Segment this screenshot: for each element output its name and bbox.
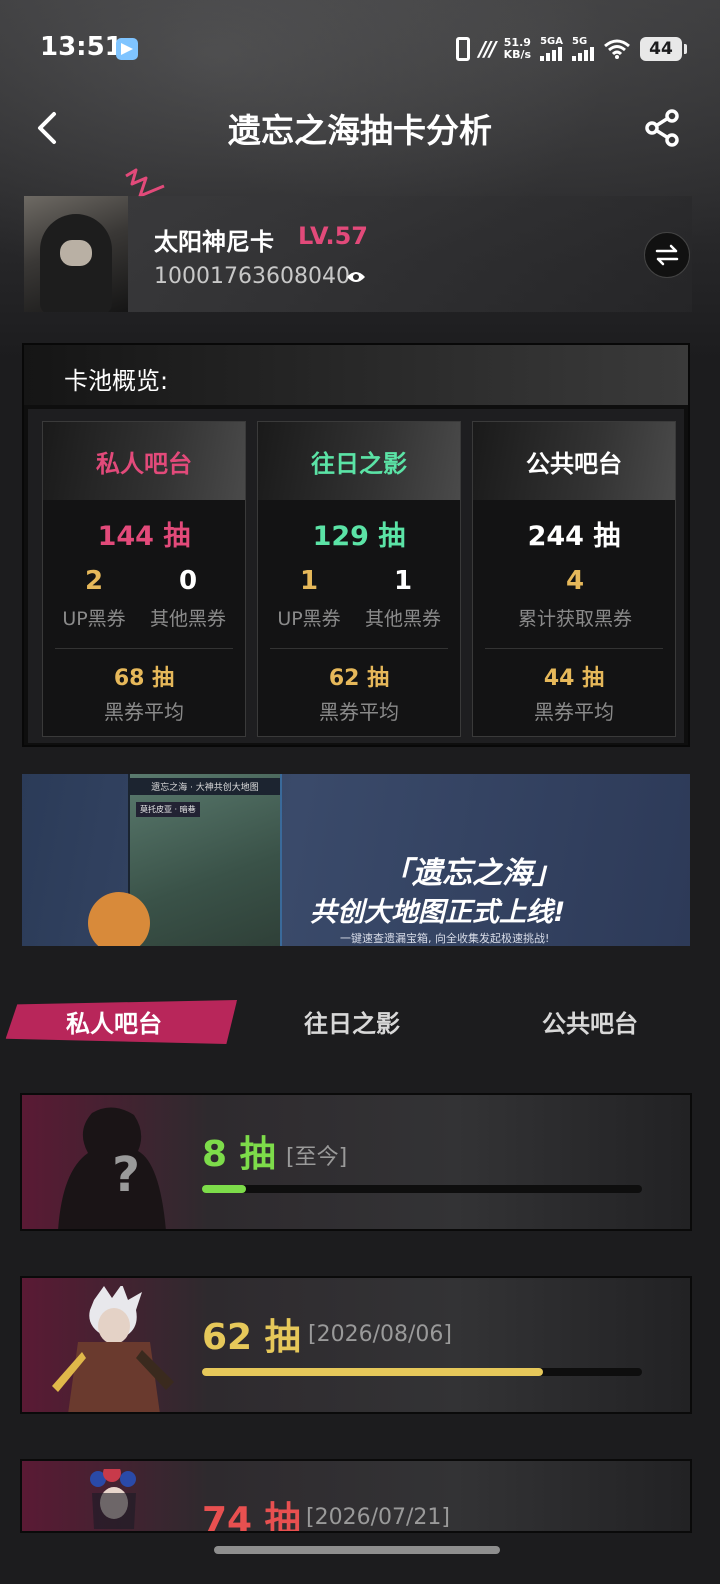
pool-average: 62 抽	[328, 666, 390, 691]
pool-name: 私人吧台	[96, 450, 192, 478]
record-progress-track	[202, 1368, 642, 1376]
pool-card-public-bar[interactable]: 公共吧台 244 抽 4 累计获取黑券 44 抽 黑券平均	[472, 421, 676, 737]
pool-up-count: 1	[299, 566, 319, 596]
tab-past-shadow[interactable]: 往日之影	[304, 1004, 400, 1039]
pool-total: 244 抽	[527, 521, 621, 552]
signal-5g-icon: 5G	[572, 37, 594, 61]
record-date: [至今]	[286, 1145, 348, 1170]
record-pull-count: 8 抽	[202, 1134, 276, 1175]
pool-overview: 卡池概览: 私人吧台 144 抽 2 0 UP黑券 其他黑券 68 抽 黑券平均…	[22, 343, 690, 747]
banner-headline: 「遗忘之海」	[382, 856, 562, 891]
overview-header: 卡池概览:	[24, 345, 688, 405]
carrier-logo-icon: ///	[478, 37, 497, 61]
record-date: [2026/08/06]	[308, 1322, 452, 1347]
pool-total-black-count: 4	[565, 566, 585, 596]
profile-id: 10001763608040	[154, 264, 350, 289]
banner-map-filter: 莫托皮亚 · 暗巷	[136, 802, 200, 817]
vibrate-icon	[455, 37, 470, 61]
pool-up-label: UP黑券	[277, 608, 341, 630]
pool-name: 往日之影	[311, 450, 407, 478]
pool-average: 68 抽	[113, 666, 175, 691]
eye-icon[interactable]	[346, 270, 366, 284]
avatar[interactable]	[24, 196, 128, 312]
pool-name: 公共吧台	[526, 450, 622, 478]
pool-average-label: 黑券平均	[319, 700, 399, 724]
pool-up-count: 2	[84, 566, 104, 596]
signal-5ga-icon: 5GA	[540, 37, 563, 61]
profile-name: 太阳神尼卡	[154, 228, 274, 256]
status-time: 13:51	[40, 32, 123, 62]
pool-average-label: 黑券平均	[534, 700, 614, 724]
profile-level: LV.57	[298, 222, 368, 250]
network-speed-unit: KB/s	[503, 48, 532, 61]
pool-total: 129 抽	[312, 521, 406, 552]
record-date: [2026/07/21]	[306, 1505, 450, 1530]
pool-total-black-label: 累计获取黑券	[517, 608, 632, 630]
record-row[interactable]: 62 抽 [2026/08/06]	[20, 1276, 692, 1414]
record-progress-fill	[202, 1185, 246, 1193]
banner-caption: 一键速查遗漏宝箱, 向全收集发起极速挑战!	[340, 932, 550, 945]
battery-icon: 44	[640, 37, 687, 61]
switch-account-button[interactable]	[644, 232, 690, 278]
banner-map-title: 遗忘之海 · 大神共创大地图	[130, 778, 280, 795]
svg-text:?: ?	[112, 1147, 140, 1203]
notification-app-icon	[116, 38, 138, 60]
signal1-label: 5GA	[540, 36, 563, 47]
overview-body: 私人吧台 144 抽 2 0 UP黑券 其他黑券 68 抽 黑券平均 往日之影 …	[28, 409, 684, 743]
unknown-character-icon: ?	[58, 1107, 166, 1229]
pool-average: 44 抽	[543, 666, 605, 691]
pool-card-private-bar[interactable]: 私人吧台 144 抽 2 0 UP黑券 其他黑券 68 抽 黑券平均	[42, 421, 246, 737]
record-pull-count: 62 抽	[202, 1317, 301, 1358]
record-progress-track	[202, 1185, 642, 1193]
pool-other-count: 0	[178, 566, 198, 596]
character-portrait-icon	[90, 1469, 136, 1529]
swap-arrows-icon	[655, 244, 679, 266]
character-portrait-icon	[52, 1286, 174, 1412]
banner-map-preview: 遗忘之海 · 大神共创大地图 莫托皮亚 · 暗巷	[128, 774, 282, 946]
pool-card-past-shadow[interactable]: 往日之影 129 抽 1 1 UP黑券 其他黑券 62 抽 黑券平均	[257, 421, 461, 737]
pool-other-label: 其他黑券	[364, 608, 441, 630]
mascot-icon	[88, 892, 150, 946]
share-button[interactable]	[644, 108, 682, 148]
record-row[interactable]: ? 8 抽 [至今]	[20, 1093, 692, 1231]
signal2-label: 5G	[572, 36, 588, 47]
tab-private-bar[interactable]: 私人吧台	[66, 1004, 162, 1039]
pool-up-label: UP黑券	[62, 608, 126, 630]
status-bar: 13:51 /// 51.9 KB/s 5GA 5G 44	[0, 0, 720, 96]
pool-other-count: 1	[393, 566, 413, 596]
share-icon	[645, 109, 679, 147]
home-indicator[interactable]	[214, 1546, 500, 1554]
profile-card: 太阳神尼卡 LV.57 10001763608040	[24, 196, 692, 312]
banner-subheadline: 共创大地图正式上线!	[310, 897, 566, 928]
pool-other-label: 其他黑券	[149, 608, 226, 630]
overview-title: 卡池概览:	[64, 367, 169, 395]
tab-public-bar[interactable]: 公共吧台	[542, 1004, 638, 1039]
pool-total: 144 抽	[97, 521, 191, 552]
page-title: 遗忘之海抽卡分析	[228, 111, 492, 150]
pool-average-label: 黑券平均	[104, 700, 184, 724]
status-icons: /// 51.9 KB/s 5GA 5G 44	[455, 34, 687, 64]
record-pull-count: 74 抽	[202, 1500, 301, 1533]
promo-banner[interactable]: 遗忘之海 · 大神共创大地图 莫托皮亚 · 暗巷 「遗忘之海」 共创大地图正式上…	[22, 774, 690, 946]
network-speed: 51.9 KB/s	[504, 37, 531, 61]
wifi-icon	[604, 39, 630, 59]
record-row[interactable]: 74 抽 [2026/07/21]	[20, 1459, 692, 1533]
record-progress-fill	[202, 1368, 543, 1376]
